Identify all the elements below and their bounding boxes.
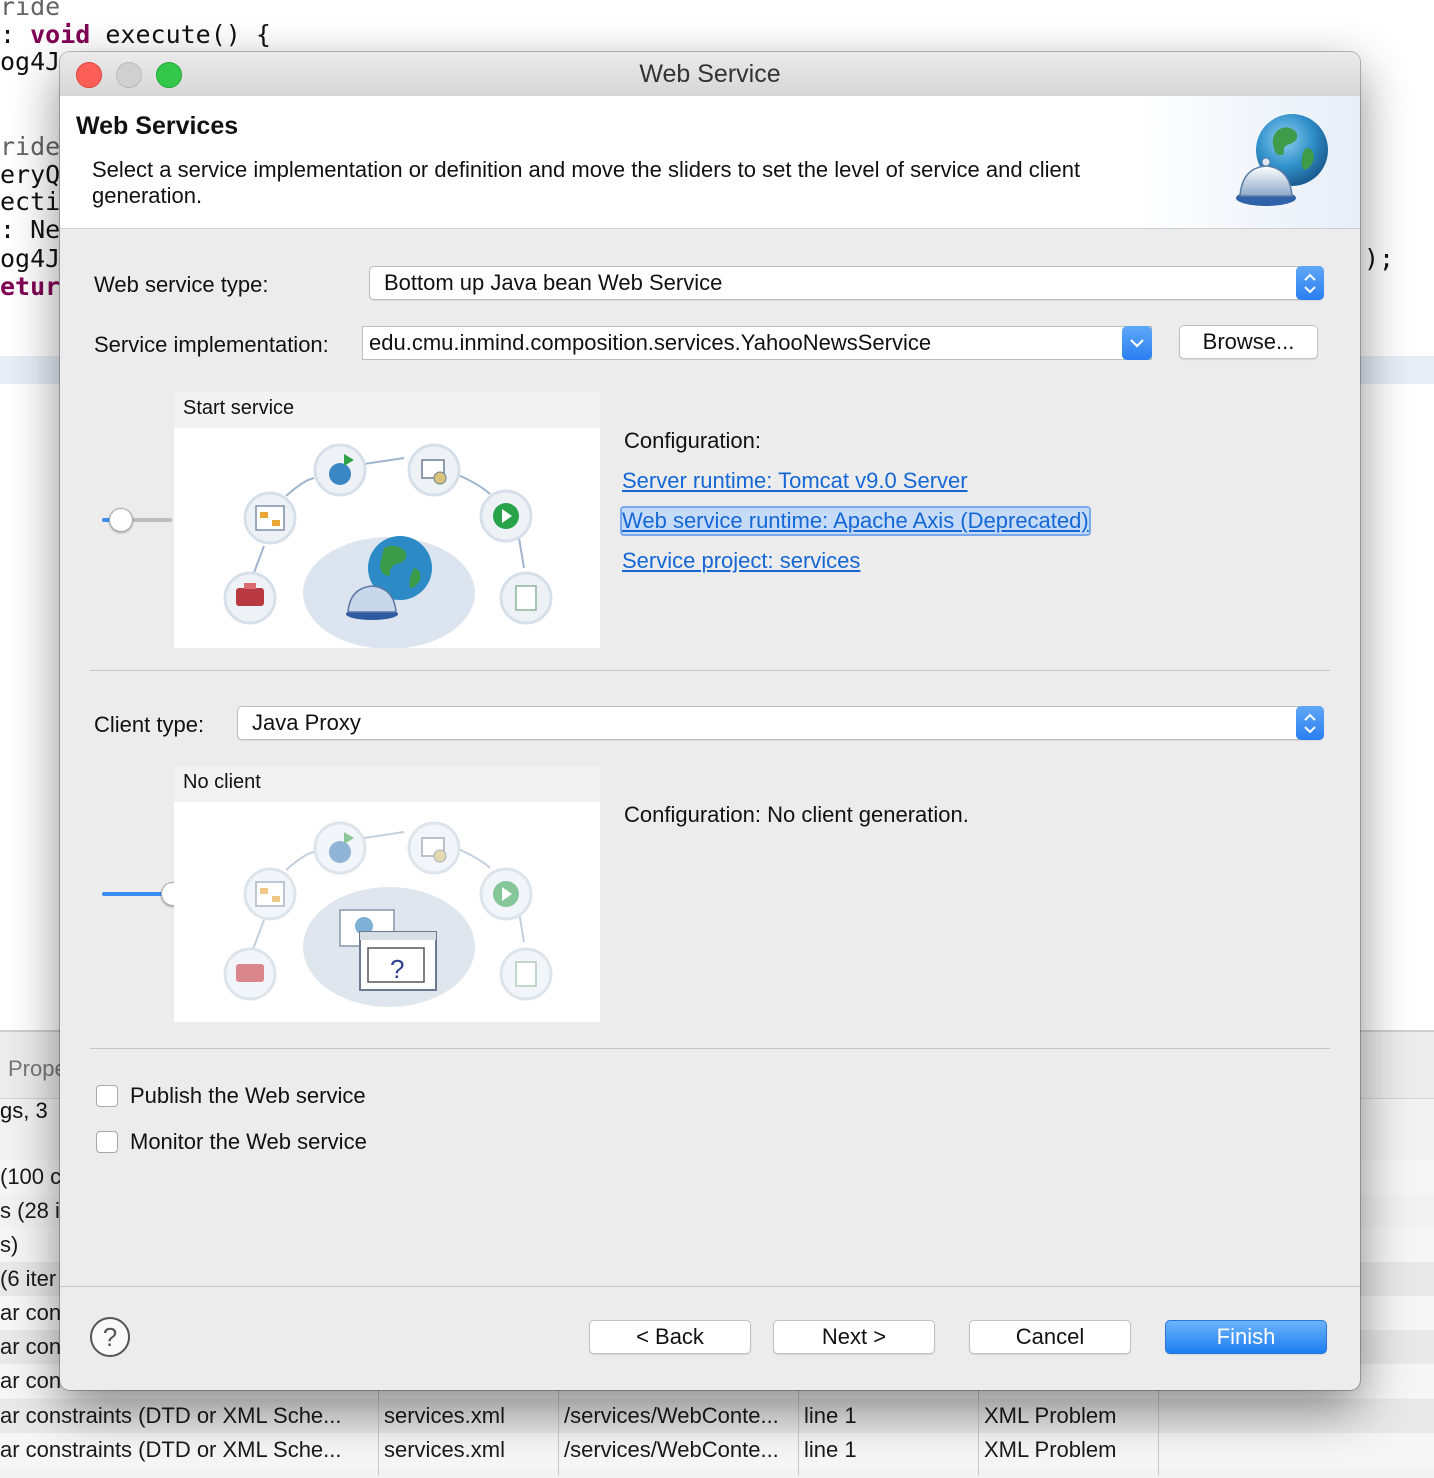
publish-checkbox[interactable] [96, 1085, 118, 1107]
code-line: : void execute() { [0, 20, 271, 49]
web-service-dialog: Web Service Web Services Select a servic… [60, 52, 1360, 1390]
browse-button[interactable]: Browse... [1179, 325, 1318, 359]
client-graphic-header: No client [174, 766, 600, 802]
web-service-type-dropdown[interactable]: Bottom up Java bean Web Service [369, 266, 1324, 300]
chevron-down-icon[interactable] [1122, 326, 1152, 360]
web-service-runtime-link[interactable]: Web service runtime: Apache Axis (Deprec… [620, 506, 1091, 536]
service-lifecycle-diagram [223, 443, 553, 648]
client-configuration-text: Configuration: No client generation. [624, 802, 969, 827]
footer-divider [60, 1286, 1360, 1287]
service-configuration-label: Configuration: [624, 428, 761, 453]
service-level-slider-knob[interactable] [108, 508, 133, 532]
web-service-globe-icon [1236, 114, 1328, 206]
web-service-type-value: Bottom up Java bean Web Service [384, 270, 723, 295]
client-graphic-title: No client [183, 771, 261, 793]
monitor-checkbox[interactable] [96, 1131, 118, 1153]
section-divider [90, 1048, 1330, 1049]
service-level-graphic: Start service [174, 392, 600, 648]
next-button[interactable]: Next > [773, 1320, 935, 1354]
dialog-titlebar[interactable]: Web Service [60, 52, 1360, 97]
help-icon[interactable]: ? [90, 1317, 130, 1357]
client-level-graphic: No client ? [174, 766, 600, 1022]
banner-description: Select a service implementation or defin… [92, 157, 1081, 208]
finish-button[interactable]: Finish [1165, 1320, 1327, 1354]
service-implementation-combo[interactable]: edu.cmu.inmind.composition.services.Yaho… [362, 326, 1152, 360]
server-runtime-link[interactable]: Server runtime: Tomcat v9.0 Server [622, 468, 968, 494]
publish-checkbox-label[interactable]: Publish the Web service [130, 1083, 366, 1109]
code-line: ride [0, 132, 61, 161]
back-button[interactable]: < Back [589, 1320, 751, 1354]
updown-chevron-icon [1296, 266, 1324, 300]
svg-text:?: ? [390, 954, 404, 984]
web-service-type-label: Web service type: [94, 272, 269, 297]
wizard-banner: Web Services Select a service implementa… [60, 96, 1360, 229]
client-type-value: Java Proxy [252, 710, 361, 735]
client-type-label: Client type: [94, 712, 205, 737]
code-line: ride [0, 0, 61, 21]
dialog-title: Web Service [639, 60, 781, 88]
table-row[interactable]: ar constraints (DTD or XML Sche... servi… [0, 1399, 1434, 1433]
service-implementation-value: edu.cmu.inmind.composition.services.Yaho… [369, 330, 932, 355]
panel-summary: gs, 3 [0, 1098, 48, 1123]
monitor-checkbox-label[interactable]: Monitor the Web service [130, 1129, 367, 1155]
cancel-button[interactable]: Cancel [969, 1320, 1131, 1354]
banner-heading: Web Services [76, 112, 239, 140]
client-lifecycle-diagram: ? [223, 821, 553, 1007]
service-project-link[interactable]: Service project: services [622, 548, 860, 574]
service-graphic-title: Start service [183, 397, 295, 419]
service-implementation-label: Service implementation: [94, 332, 329, 357]
properties-tab[interactable]: Prope [8, 1056, 67, 1082]
client-type-dropdown[interactable]: Java Proxy [237, 706, 1324, 740]
updown-chevron-icon [1296, 706, 1324, 740]
service-graphic-header: Start service [174, 392, 600, 428]
section-divider [90, 670, 1330, 671]
table-row[interactable]: ar constraints (DTD or XML Sche... servi… [0, 1433, 1434, 1467]
code-line-tail: ); [1364, 244, 1395, 273]
